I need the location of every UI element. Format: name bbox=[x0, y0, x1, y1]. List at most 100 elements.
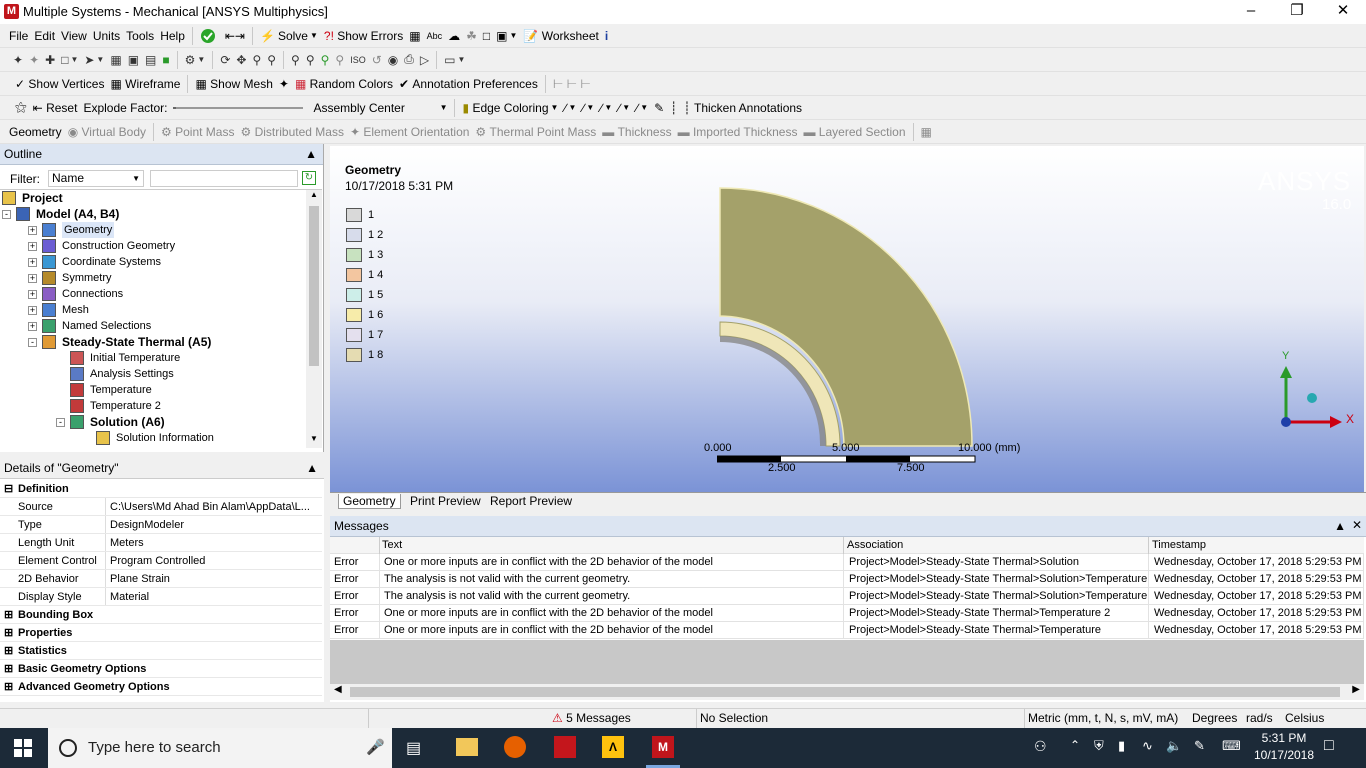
minimize-button[interactable]: – bbox=[1228, 0, 1274, 24]
units-status[interactable]: Metric (mm, t, N, s, mV, mA) bbox=[1028, 711, 1178, 725]
tray-arrow-icon[interactable]: ⌃ bbox=[1070, 738, 1080, 752]
annotation-icon[interactable]: □ bbox=[480, 26, 493, 46]
geometry-model[interactable] bbox=[700, 176, 1000, 456]
scroll-right-icon[interactable]: ▶ bbox=[1352, 684, 1360, 695]
context-virtual-body[interactable]: ◉ Virtual Body bbox=[65, 122, 149, 142]
menu-units[interactable]: Units bbox=[90, 26, 123, 46]
details-row-source[interactable]: Source C:\Users\Md Ahad Bin Alam\AppData\… bbox=[0, 498, 322, 516]
details-row-length-unit[interactable]: Length Unit Meters bbox=[0, 534, 322, 552]
message-row[interactable]: Error One or more inputs are in conflict … bbox=[330, 554, 1364, 571]
section-statistics[interactable]: ⊞ Statistics bbox=[0, 642, 322, 660]
close-button[interactable]: ✕ bbox=[1320, 0, 1366, 24]
expand-icon[interactable]: ⊞ bbox=[4, 678, 13, 695]
section-definition[interactable]: ⊟ Definition bbox=[0, 480, 322, 498]
explode-factor-slider[interactable] bbox=[170, 98, 310, 118]
menu-help[interactable]: Help bbox=[157, 26, 188, 46]
notifications-icon[interactable]: □ bbox=[1324, 737, 1334, 755]
tree-item[interactable]: Temperature 2 bbox=[0, 398, 306, 414]
expand-icon[interactable]: + bbox=[28, 290, 37, 299]
pin-icon[interactable]: ▲ bbox=[306, 461, 318, 475]
collapse-icon[interactable]: ⊟ bbox=[4, 480, 13, 497]
windows-start-icon[interactable] bbox=[14, 739, 32, 757]
context-element-orientation[interactable]: ✦ Element Orientation bbox=[347, 122, 472, 142]
menu-file[interactable]: File bbox=[6, 26, 31, 46]
menu-tools[interactable]: Tools bbox=[123, 26, 157, 46]
select-vertex-icon[interactable]: ✦ bbox=[26, 50, 42, 70]
check-icon[interactable] bbox=[197, 26, 222, 46]
tree-item[interactable]: + Symmetry bbox=[0, 270, 306, 286]
solve-button[interactable]: ⚡ Solve ▼ bbox=[257, 26, 321, 46]
taskbar-date[interactable]: 10/17/2018 bbox=[1252, 748, 1316, 762]
taskbar-search-box[interactable]: Type here to search 🎤 bbox=[48, 728, 392, 768]
edge-thickness-icon[interactable]: ∕ ▼ bbox=[579, 98, 597, 118]
zoom-box-icon[interactable]: ⚲ bbox=[264, 50, 279, 70]
info-icon[interactable]: i bbox=[602, 26, 611, 46]
details-row-element-control[interactable]: Element Control Program Controlled bbox=[0, 552, 322, 570]
context-distributed-mass[interactable]: ⚙ Distributed Mass bbox=[237, 122, 346, 142]
graphics-viewport[interactable]: Geometry 10/17/2018 5:31 PM 1 1 2 1 3 1 4 1 … bbox=[330, 146, 1364, 492]
expand-icon[interactable]: ⊞ bbox=[4, 606, 13, 623]
random-colors-button[interactable]: ▦ Random Colors bbox=[292, 74, 396, 94]
filter-select[interactable]: Name ▼ bbox=[48, 170, 144, 187]
thicken-annotations-button[interactable]: ┊ Thicken Annotations bbox=[680, 98, 805, 118]
collapse-icon[interactable]: - bbox=[2, 210, 11, 219]
expand-icon[interactable]: + bbox=[28, 242, 37, 251]
col-timestamp[interactable]: Timestamp bbox=[1152, 537, 1364, 554]
section-properties[interactable]: ⊞ Properties bbox=[0, 624, 322, 642]
context-layered-section[interactable]: ▬ Layered Section bbox=[800, 122, 908, 142]
previous-view-icon[interactable]: ↺ bbox=[369, 50, 385, 70]
face-select-icon[interactable]: ▣ bbox=[125, 50, 142, 70]
menu-view[interactable]: View bbox=[58, 26, 90, 46]
tree-item[interactable]: Project bbox=[0, 190, 306, 206]
print-icon[interactable]: ⎙ bbox=[401, 50, 417, 70]
collapse-icon[interactable]: - bbox=[28, 338, 37, 347]
expand-icon[interactable]: + bbox=[28, 322, 37, 331]
show-vertices-button[interactable]: ✓ Show Vertices bbox=[12, 74, 107, 94]
microphone-icon[interactable]: 🎤 bbox=[366, 738, 385, 756]
restore-button[interactable]: ❐ bbox=[1274, 0, 1320, 24]
rotation-status[interactable]: rad/s bbox=[1246, 711, 1273, 725]
tree-item[interactable]: Initial Temperature bbox=[0, 350, 306, 366]
zoom-icon[interactable]: ⚲ bbox=[249, 50, 264, 70]
message-row[interactable]: Error The analysis is not valid with the … bbox=[330, 588, 1364, 605]
messages-status[interactable]: ⚠ 5 Messages bbox=[552, 711, 631, 725]
tree-item[interactable]: Analysis Settings bbox=[0, 366, 306, 382]
extend-icon[interactable]: ⚙ ▼ bbox=[182, 50, 209, 70]
pin-icon[interactable]: ▲ bbox=[1334, 519, 1346, 533]
messages-hscrollbar[interactable]: ◀ ▶ bbox=[330, 684, 1364, 700]
tree-item[interactable]: + Connections bbox=[0, 286, 306, 302]
expand-icon[interactable]: + bbox=[28, 258, 37, 267]
tree-item[interactable]: - Model (A4, B4) bbox=[0, 206, 306, 222]
annotation-prefs-button[interactable]: ✔ Annotation Preferences bbox=[396, 74, 541, 94]
expand-icon[interactable]: + bbox=[28, 274, 37, 283]
green-body-icon[interactable]: ■ bbox=[159, 50, 172, 70]
scroll-up-icon[interactable]: ▲ bbox=[306, 190, 322, 204]
pointer-icon[interactable]: ➤ ▼ bbox=[81, 50, 107, 70]
tag-icon[interactable]: ▷ bbox=[417, 50, 432, 70]
viewport-layout-icon[interactable]: ▭ ▼ bbox=[441, 50, 468, 70]
rotate-icon[interactable]: ⟳ bbox=[217, 50, 233, 70]
tab-print-preview[interactable]: Print Preview bbox=[406, 494, 485, 508]
edge-3-icon[interactable]: ∕ ▼ bbox=[615, 98, 633, 118]
edge-display-icon[interactable]: ∕ ▼ bbox=[561, 98, 579, 118]
cube-select-icon[interactable]: ▦ bbox=[107, 50, 124, 70]
dropdown-arrow-icon[interactable]: ▼ bbox=[310, 31, 318, 40]
keyboard-icon[interactable]: ⌨ bbox=[1222, 738, 1241, 754]
message-row[interactable]: Error The analysis is not valid with the … bbox=[330, 571, 1364, 588]
col-association[interactable]: Association bbox=[847, 537, 1149, 554]
battery-icon[interactable]: ▮ bbox=[1118, 738, 1125, 754]
abc-icon[interactable]: Abc bbox=[424, 26, 446, 46]
temperature-status[interactable]: Celsius bbox=[1285, 711, 1324, 725]
ansys-workbench-icon[interactable]: Λ bbox=[602, 736, 624, 758]
magnifier-icon[interactable]: ⚲ bbox=[332, 50, 347, 70]
pen-icon[interactable]: ✎ bbox=[1194, 738, 1205, 754]
edge-coloring-button[interactable]: ▮ Edge Coloring ▼ bbox=[459, 98, 561, 118]
iso-icon[interactable]: ISO bbox=[347, 50, 369, 70]
expand-icon[interactable]: ⊞ bbox=[4, 660, 13, 677]
thin-line-icon[interactable]: ┊ bbox=[667, 98, 680, 118]
select-edge-icon[interactable]: ✚ bbox=[42, 50, 58, 70]
details-row-type[interactable]: Type DesignModeler bbox=[0, 516, 322, 534]
pin-icon[interactable]: ▲ bbox=[305, 147, 317, 161]
context-thickness[interactable]: ▬ Thickness bbox=[599, 122, 674, 142]
pan-icon[interactable]: ✥ bbox=[233, 50, 249, 70]
